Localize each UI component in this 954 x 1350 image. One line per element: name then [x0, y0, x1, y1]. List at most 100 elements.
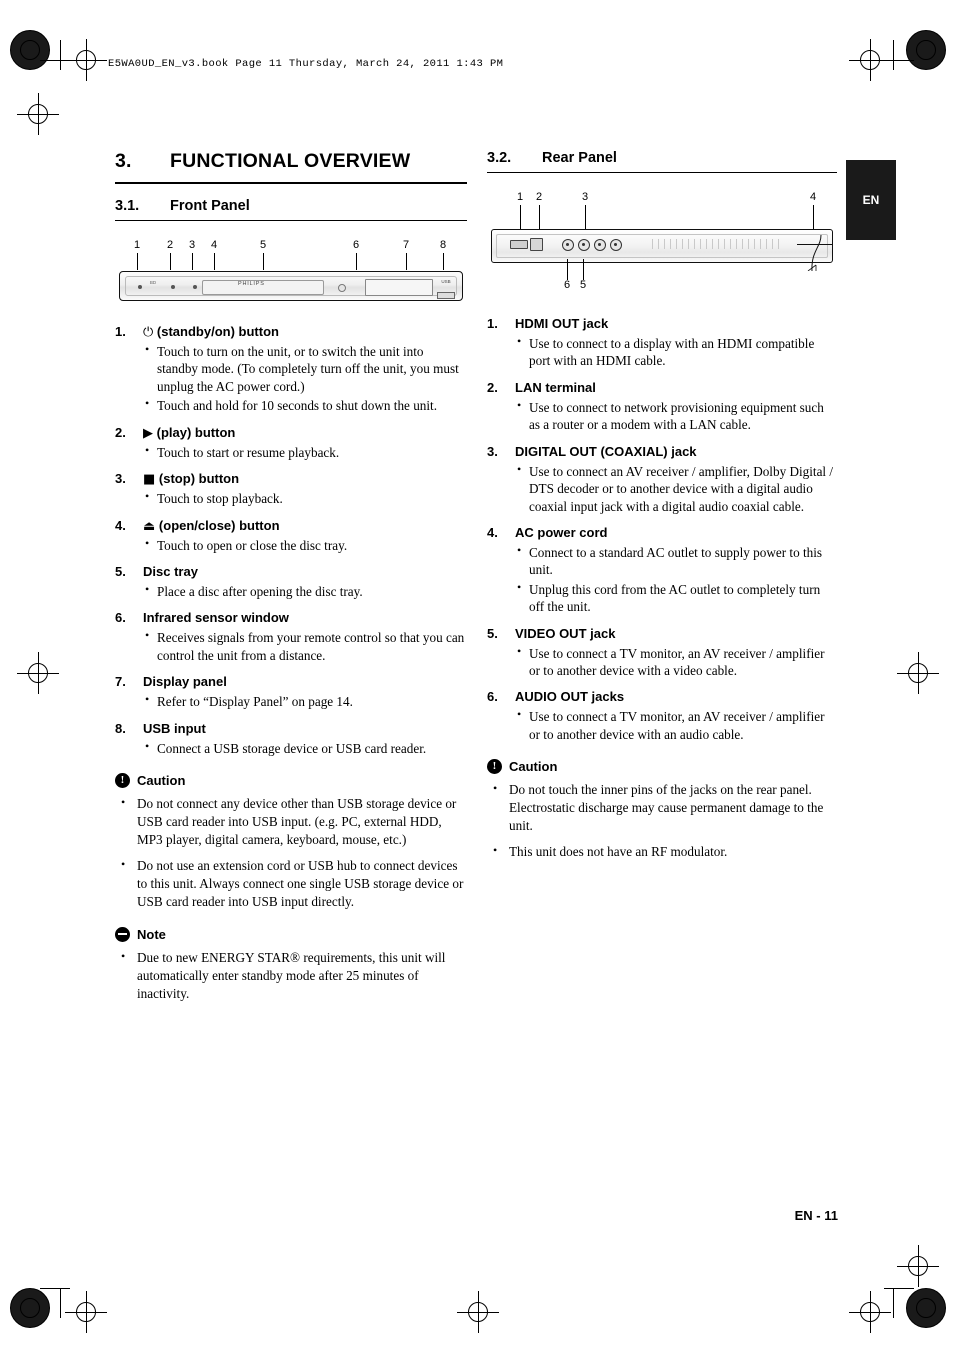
item-number: 4. — [115, 517, 126, 533]
digital-coaxial-jack-illustration — [562, 239, 574, 251]
bullet: Place a disc after opening the disc tray… — [143, 582, 467, 600]
page-border-bottom-right — [893, 1288, 894, 1318]
caution-block: ! Caution Do not touch the inner pins of… — [487, 759, 837, 861]
list-item: 3. ■ (stop) button Touch to stop playbac… — [115, 471, 467, 507]
item-bullets: Use to connect an AV receiver / amplifie… — [515, 462, 837, 515]
callout-number-7: 7 — [403, 239, 410, 251]
item-number: 2. — [487, 379, 498, 395]
chapter-title: FUNCTIONAL OVERVIEW — [170, 150, 411, 172]
rear-panel-leader-lines-top — [487, 205, 837, 229]
audio-out-left-jack-illustration — [594, 239, 606, 251]
bullet: Due to new ENERGY STAR® requirements, th… — [115, 948, 467, 1003]
item-number: 6. — [487, 689, 498, 705]
rear-panel-device-illustration — [491, 229, 833, 263]
caution-heading: ! Caution — [487, 759, 837, 775]
list-item: 1. ⏻ (standby/on) button Touch to turn o… — [115, 324, 467, 415]
item-bullets: Use to connect a TV monitor, an AV recei… — [515, 707, 837, 743]
item-title: Display panel — [143, 674, 227, 690]
item-number: 2. — [115, 424, 126, 440]
item-title: Disc tray — [143, 563, 198, 579]
callout-number-3: 3 — [189, 239, 196, 251]
page-footer: EN - 11 — [794, 1208, 838, 1223]
page-border-top-right — [893, 40, 894, 70]
item-title: Infrared sensor window — [143, 610, 289, 626]
callout-number-2: 2 — [536, 191, 543, 203]
item-title: AUDIO OUT jacks — [515, 689, 625, 705]
note-icon — [115, 926, 130, 942]
item-number: 6. — [115, 610, 126, 626]
caution-bullets: Do not touch the inner pins of the jacks… — [487, 780, 837, 861]
bullet: Do not use an extension cord or USB hub … — [115, 856, 467, 911]
rear-panel-callout-numbers-bottom: 6 5 — [487, 279, 837, 295]
caution-label: Caution — [137, 773, 186, 789]
item-title: (standby/on) button — [156, 324, 279, 339]
section-title: Front Panel — [170, 198, 250, 214]
item-bullets: Connect a USB storage device or USB card… — [143, 739, 467, 757]
caution-exclamation-icon: ! — [115, 773, 130, 789]
infrared-sensor-illustration — [338, 284, 346, 292]
usb-input-illustration: USB — [437, 279, 455, 299]
bullet: Refer to “Display Panel” on page 14. — [143, 692, 467, 710]
section-rule — [115, 220, 467, 221]
bullet: Unplug this cord from the AC outlet to c… — [515, 580, 837, 616]
front-panel-leader-lines — [115, 253, 467, 271]
item-title: DIGITAL OUT (COAXIAL) jack — [515, 443, 697, 459]
chapter-number: 3. — [115, 150, 132, 172]
caution-heading: ! Caution — [115, 773, 467, 789]
list-item: 5. Disc tray Place a disc after opening … — [115, 564, 467, 600]
display-panel-illustration — [365, 279, 433, 296]
bullet: Connect to a standard AC outlet to suppl… — [515, 543, 837, 579]
bullet: Touch to turn on the unit, or to switch … — [143, 342, 467, 395]
item-bullets: Touch to turn on the unit, or to switch … — [143, 342, 467, 415]
bullet: Use to connect a TV monitor, an AV recei… — [515, 644, 837, 680]
page-border-bottom-right-h — [884, 1288, 914, 1289]
front-panel-figure: 1 2 3 4 5 6 7 8 BD ▲ PHILIPS — [115, 239, 467, 314]
item-bullets: Refer to “Display Panel” on page 14. — [143, 692, 467, 710]
page-border-top-right-h — [884, 60, 914, 61]
callout-number-3: 3 — [582, 191, 589, 203]
lan-terminal-illustration — [530, 238, 543, 251]
list-item: 1. HDMI OUT jack Use to connect to a dis… — [487, 316, 837, 370]
list-item: 5. VIDEO OUT jack Use to connect a TV mo… — [487, 626, 837, 680]
bullet: Use to connect an AV receiver / amplifie… — [515, 462, 837, 515]
item-bullets: Touch to open or close the disc tray. — [143, 536, 467, 554]
list-item: 6. AUDIO OUT jacks Use to connect a TV m… — [487, 689, 837, 743]
callout-number-4: 4 — [211, 239, 218, 251]
open-close-symbol-icon: ⏏ — [143, 518, 156, 534]
section-rule — [487, 172, 837, 173]
item-title: LAN terminal — [515, 379, 596, 395]
note-bullets: Due to new ENERGY STAR® requirements, th… — [115, 948, 467, 1003]
chapter-heading: 3. FUNCTIONAL OVERVIEW — [115, 150, 467, 182]
stop-symbol-icon: ■ — [143, 472, 156, 488]
caution-bullets: Do not connect any device other than USB… — [115, 794, 467, 911]
bullet: Do not touch the inner pins of the jacks… — [487, 780, 837, 835]
item-number: 8. — [115, 720, 126, 736]
item-bullets: Touch to start or resume playback. — [143, 443, 467, 461]
hdmi-out-jack-illustration — [510, 240, 528, 249]
bullet: Use to connect to network provisioning e… — [515, 398, 837, 434]
list-item: 2. ▶ (play) button Touch to start or res… — [115, 425, 467, 461]
item-bullets: Use to connect to network provisioning e… — [515, 398, 837, 434]
callout-number-1: 1 — [517, 191, 524, 203]
language-tab-en: EN — [846, 160, 896, 240]
page-border-top-h — [40, 60, 70, 61]
right-column: 3.2. Rear Panel 1 2 3 4 6 5 1. HDMI OUT … — [487, 150, 837, 869]
note-heading: Note — [115, 926, 467, 942]
caution-block: ! Caution Do not connect any device othe… — [115, 773, 467, 911]
item-number: 3. — [115, 471, 126, 487]
item-number: 3. — [487, 443, 498, 459]
callout-number-1: 1 — [134, 239, 141, 251]
item-bullets: Use to connect to a display with an HDMI… — [515, 334, 837, 370]
bullet: Touch to stop playback. — [143, 489, 467, 507]
bullet: Use to connect a TV monitor, an AV recei… — [515, 707, 837, 743]
callout-number-4: 4 — [810, 191, 817, 203]
video-out-jack-illustration — [578, 239, 590, 251]
section-number: 3.1. — [115, 198, 140, 214]
play-symbol-icon: ▶ — [143, 425, 153, 441]
bullet: This unit does not have an RF modulator. — [487, 842, 837, 861]
section-number: 3.2. — [487, 150, 512, 166]
item-title: (play) button — [156, 424, 236, 440]
bullet: Touch and hold for 10 seconds to shut do… — [143, 396, 467, 414]
note-label: Note — [137, 926, 166, 942]
section-heading-front-panel: 3.1. Front Panel — [115, 198, 467, 220]
